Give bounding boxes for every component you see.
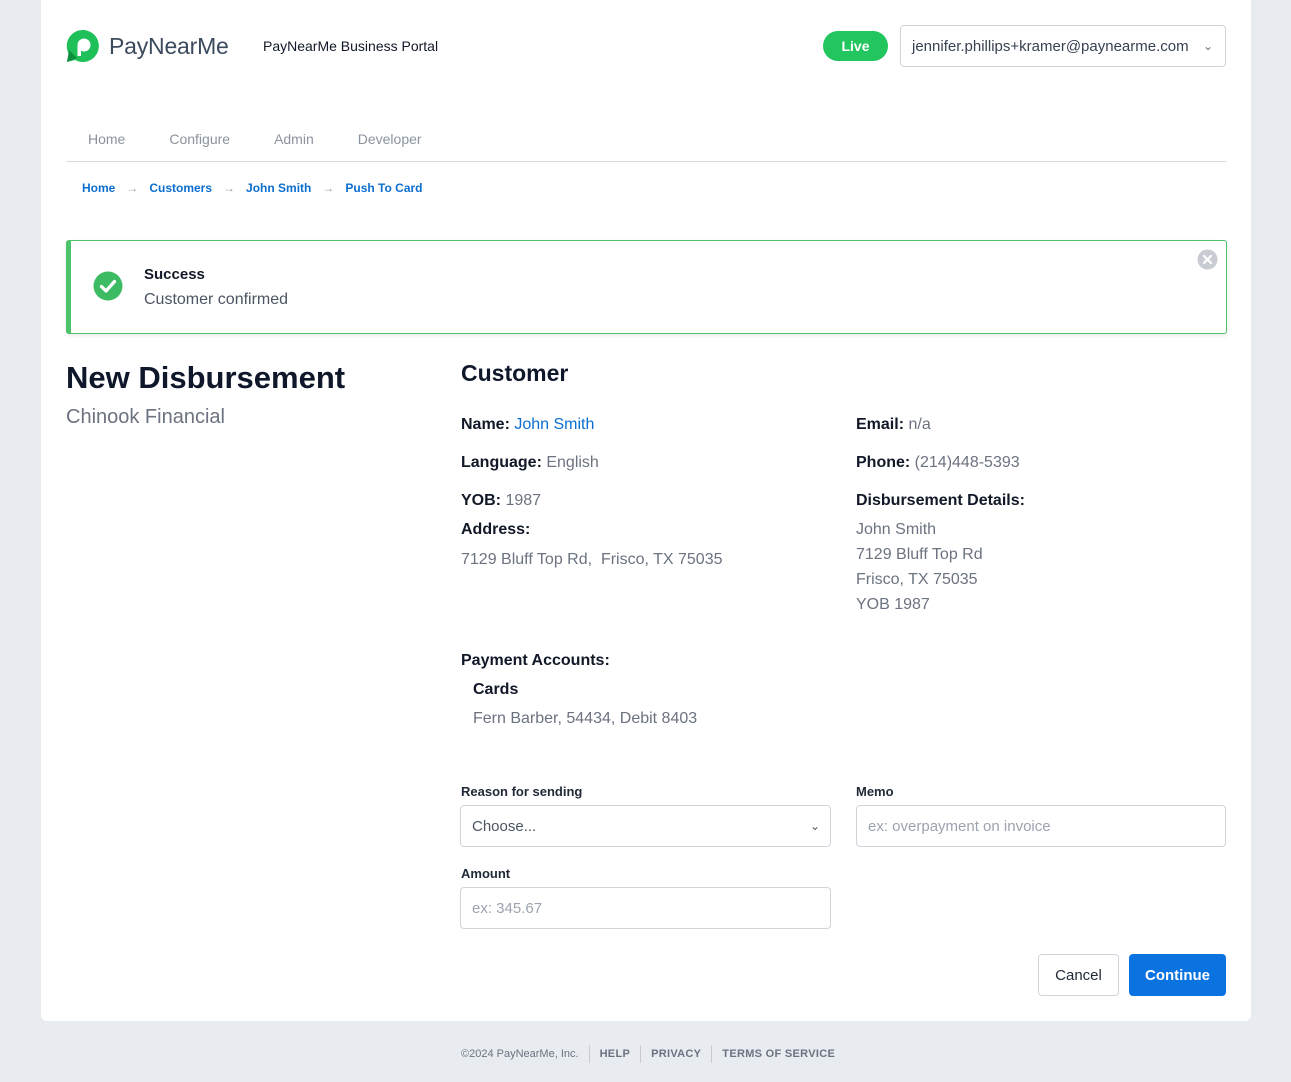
footer-divider [640, 1045, 642, 1063]
nav-item-configure[interactable]: Configure [147, 118, 252, 161]
reason-selected-value: Choose... [472, 817, 537, 835]
email-value: n/a [908, 416, 931, 433]
language-label: Language: [461, 454, 542, 471]
yob-label: YOB: [461, 492, 501, 509]
account-dropdown[interactable]: jennifer.phillips+kramer@paynearme.com ⌄ [900, 25, 1226, 67]
breadcrumb: Home → Customers → John Smith → Push To … [82, 181, 423, 195]
email-label: Email: [856, 416, 905, 433]
customer-language-field: Language: English [461, 454, 599, 472]
breadcrumb-arrow-icon: → [126, 181, 139, 195]
memo-input[interactable] [856, 805, 1226, 847]
breadcrumb-push-to-card[interactable]: Push To Card [345, 181, 422, 195]
logo-text: PayNearMe [109, 32, 229, 59]
breadcrumb-customer-name[interactable]: John Smith [246, 181, 311, 195]
customer-yob-field: YOB: 1987 [461, 492, 541, 510]
environment-badge[interactable]: Live [823, 31, 888, 61]
check-circle-icon [93, 271, 123, 301]
alert-message: Customer confirmed [144, 291, 289, 308]
breadcrumb-arrow-icon: → [322, 181, 335, 195]
yob-value: 1987 [505, 492, 542, 509]
alert-title: Success [144, 266, 205, 283]
footer: ©2024 PayNearMe, Inc. HELP PRIVACY TERMS… [461, 1045, 835, 1063]
chevron-down-icon: ⌄ [809, 819, 820, 833]
address-label: Address: [461, 521, 531, 538]
breadcrumb-arrow-icon: → [223, 181, 236, 195]
amount-label: Amount [461, 866, 511, 881]
chevron-down-icon: ⌄ [1202, 39, 1213, 53]
customer-name-link[interactable]: John Smith [514, 416, 594, 433]
disbursement-line: John Smith [856, 521, 937, 538]
language-value: English [546, 454, 599, 471]
page-subtitle: Chinook Financial [66, 406, 225, 428]
footer-terms-link[interactable]: TERMS OF SERVICE [722, 1048, 835, 1060]
amount-input[interactable] [460, 887, 831, 929]
customer-phone-field: Phone: (214)448-5393 [856, 454, 1020, 472]
close-icon[interactable] [1197, 249, 1218, 270]
breadcrumb-home[interactable]: Home [82, 181, 115, 195]
phone-value: (214)448-5393 [914, 454, 1020, 471]
footer-divider [711, 1045, 713, 1063]
nav-item-home[interactable]: Home [66, 118, 147, 161]
page-title: New Disbursement [66, 360, 346, 395]
disbursement-line: YOB 1987 [856, 596, 930, 613]
customer-name-field: Name: John Smith [461, 416, 594, 434]
account-email: jennifer.phillips+kramer@paynearme.com [912, 37, 1189, 55]
reason-select[interactable]: Choose... ⌄ [460, 805, 831, 847]
continue-button[interactable]: Continue [1129, 954, 1226, 996]
payment-accounts-label: Payment Accounts: [461, 652, 610, 669]
nav-item-developer[interactable]: Developer [336, 118, 444, 161]
portal-title: PayNearMe Business Portal [263, 38, 439, 54]
memo-label: Memo [856, 784, 894, 799]
phone-label: Phone: [856, 454, 911, 471]
footer-help-link[interactable]: HELP [600, 1048, 631, 1060]
customer-email-field: Email: n/a [856, 416, 931, 434]
reason-label: Reason for sending [461, 784, 583, 799]
address-value: 7129 Bluff Top Rd, Frisco, TX 75035 [461, 551, 723, 568]
paynearme-logo[interactable]: PayNearMe [65, 28, 229, 64]
breadcrumb-customers[interactable]: Customers [149, 181, 212, 195]
cancel-button[interactable]: Cancel [1038, 954, 1119, 996]
copyright: ©2024 PayNearMe, Inc. [461, 1048, 579, 1060]
footer-divider [588, 1045, 590, 1063]
name-label: Name: [461, 416, 510, 433]
paynearme-logo-icon [66, 29, 99, 62]
main-card: PayNearMe PayNearMe Business Portal Live… [41, 0, 1251, 1021]
footer-privacy-link[interactable]: PRIVACY [651, 1048, 701, 1060]
disbursement-line: 7129 Bluff Top Rd [856, 546, 983, 563]
disbursement-line: Frisco, TX 75035 [856, 571, 978, 588]
card-account: Fern Barber, 54434, Debit 8403 [473, 710, 698, 727]
disbursement-details-label: Disbursement Details: [856, 492, 1025, 509]
cards-label: Cards [473, 681, 519, 698]
success-alert: Success Customer confirmed [66, 240, 1227, 334]
main-nav: Home Configure Admin Developer [66, 118, 1226, 162]
nav-item-admin[interactable]: Admin [252, 118, 336, 161]
customer-section-title: Customer [461, 360, 569, 386]
